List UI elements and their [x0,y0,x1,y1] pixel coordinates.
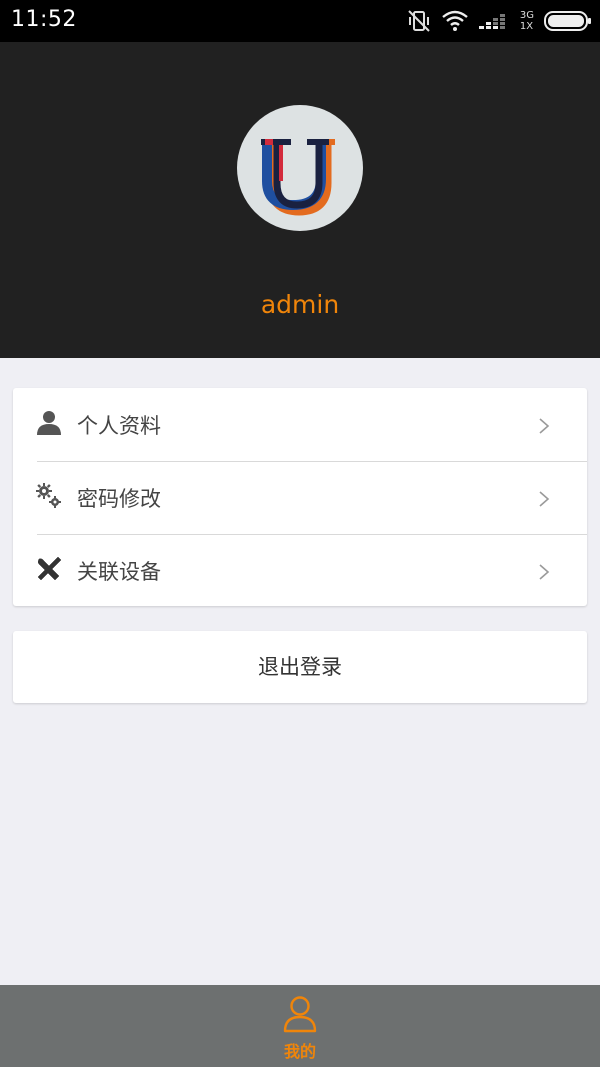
bottom-tab-bar: 我的 [0,985,600,1067]
menu-item-label: 个人资料 [77,414,161,438]
status-time: 11:52 [11,7,77,32]
network-top-label: 3G [519,10,534,21]
vibrate-off-icon [408,10,430,32]
gears-icon [36,483,61,508]
wifi-icon [442,10,468,31]
menu-item-profile[interactable]: 个人资料 [13,388,587,461]
profile-menu: 个人资料 密码修改 关联设备 [13,388,587,606]
logout-button[interactable]: 退出登录 [13,631,587,703]
u-logo-icon [261,139,335,216]
chevron-right-icon [539,564,550,580]
username: admin [260,290,340,319]
menu-item-devices[interactable]: 关联设备 [13,534,587,607]
profile-header: admin [0,42,600,358]
avatar[interactable] [237,105,363,231]
status-bar: 11:52 3G 1X [0,0,600,42]
signal-icon [478,14,505,29]
status-icons: 3G 1X [406,8,592,34]
menu-item-label: 关联设备 [77,560,161,584]
network-type: 3G 1X [520,10,534,32]
tools-icon [37,556,62,581]
battery-icon [544,11,591,31]
tab-me-label: 我的 [283,1042,316,1061]
chevron-right-icon [539,491,550,507]
person-icon [283,996,317,1033]
menu-item-password[interactable]: 密码修改 [13,461,587,534]
user-icon [37,411,61,435]
tab-me[interactable]: 我的 [260,985,340,1067]
menu-item-label: 密码修改 [77,487,161,511]
network-bottom-label: 1X [519,21,534,32]
chevron-right-icon [539,418,550,434]
